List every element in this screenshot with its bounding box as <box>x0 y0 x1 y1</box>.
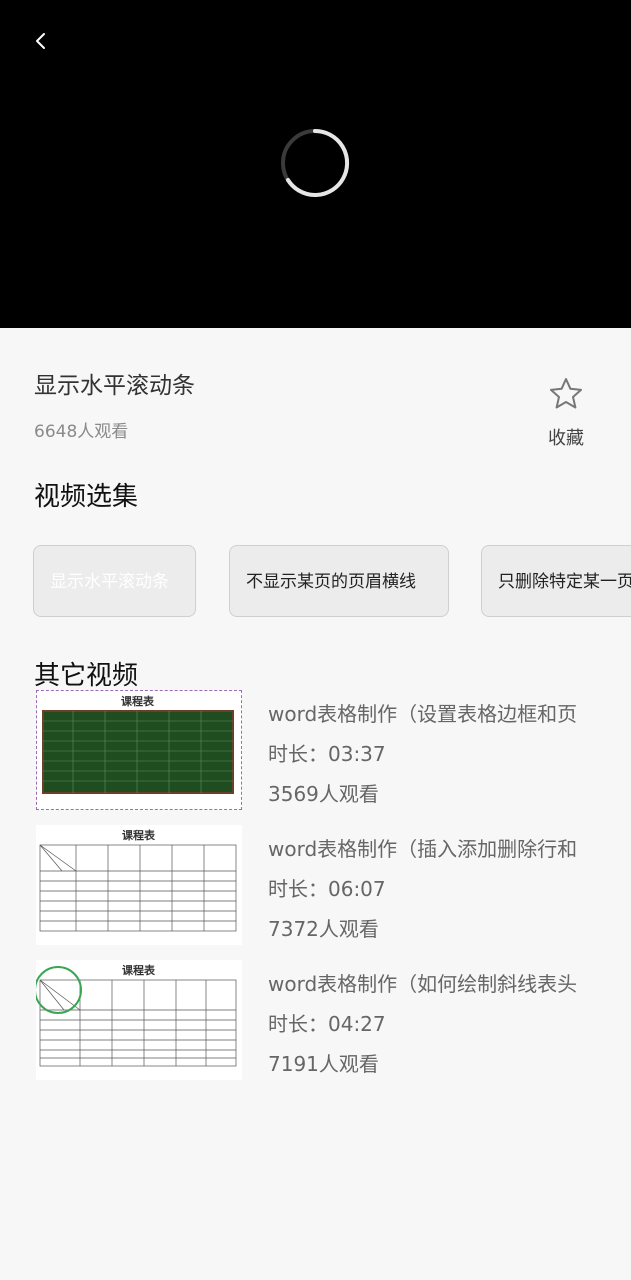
video-detail-panel: 显示水平滚动条 6648人观看 收藏 视频选集 显示水平滚动条 不显示某页的页眉… <box>0 328 631 1280</box>
other-videos-section-title: 其它视频 <box>34 661 139 691</box>
list-item[interactable]: 课程表 word表格制作（如何绘制斜线表头 时长：04:27 7191人观看 <box>0 960 631 1085</box>
chevron-left-icon <box>36 33 45 49</box>
list-item[interactable]: 课程表 word表格制作（插入添加删除行和 时长：06:07 7372人观看 <box>0 825 631 950</box>
favorite-label: 收藏 <box>548 428 584 449</box>
star-outline-icon <box>550 378 582 409</box>
video-item-views: 7191人观看 <box>268 1052 379 1076</box>
video-item-title: word表格制作（插入添加删除行和 <box>268 837 578 861</box>
loading-spinner-icon <box>280 128 350 198</box>
video-player[interactable] <box>0 0 631 328</box>
video-title: 显示水平滚动条 <box>34 373 195 399</box>
favorite-button[interactable]: 收藏 <box>538 376 594 456</box>
video-item-views: 7372人观看 <box>268 917 379 941</box>
episode-item[interactable]: 只删除特定某一页 <box>481 545 631 617</box>
thumbnail-heading: 课程表 <box>122 829 155 842</box>
episode-item[interactable]: 显示水平滚动条 <box>33 545 196 617</box>
video-item-views: 3569人观看 <box>268 782 379 806</box>
video-item-title: word表格制作（设置表格边框和页 <box>268 702 578 726</box>
back-button[interactable] <box>26 26 56 56</box>
episode-label: 只删除特定某一页 <box>498 572 631 592</box>
thumbnail-heading: 课程表 <box>121 695 154 708</box>
view-count: 6648人观看 <box>34 422 129 442</box>
episode-list[interactable]: 显示水平滚动条 不显示某页的页眉横线 只删除特定某一页 <box>33 545 631 621</box>
episode-label: 不显示某页的页眉横线 <box>246 572 416 592</box>
episode-label: 显示水平滚动条 <box>50 572 169 592</box>
video-thumbnail: 课程表 <box>36 960 242 1080</box>
video-item-title: word表格制作（如何绘制斜线表头 <box>268 972 578 996</box>
video-thumbnail: 课程表 <box>36 825 242 945</box>
video-item-duration: 时长：06:07 <box>268 877 386 901</box>
video-thumbnail: 课程表 <box>36 690 242 810</box>
video-item-duration: 时长：04:27 <box>268 1012 386 1036</box>
episodes-section-title: 视频选集 <box>34 482 139 512</box>
thumbnail-heading: 课程表 <box>122 964 155 977</box>
video-item-duration: 时长：03:37 <box>268 742 386 766</box>
episode-item[interactable]: 不显示某页的页眉横线 <box>229 545 449 617</box>
list-item[interactable]: 课程表 word表格制作（设置表格边框和页 时长：03:37 3569人观看 <box>0 690 631 815</box>
